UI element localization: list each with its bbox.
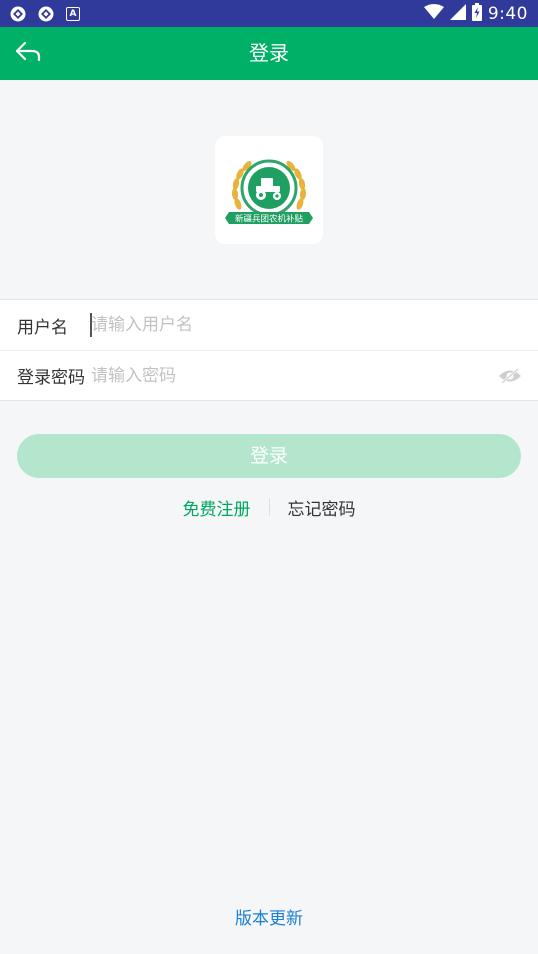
app-logo: 新疆兵团农机补贴 [215, 136, 323, 244]
username-label: 用户名 [17, 317, 68, 338]
app-bar: 登录 [0, 27, 538, 80]
page-title: 登录 [249, 41, 289, 65]
eye-hidden-icon [499, 367, 521, 384]
status-time: 9:40 [487, 3, 528, 24]
sync-icon [10, 6, 26, 22]
sync-icon [38, 6, 54, 22]
status-left-icons: A [10, 6, 80, 22]
logo-text: 新疆兵团农机补贴 [235, 214, 304, 225]
password-input[interactable] [91, 360, 497, 391]
link-divider [268, 498, 270, 516]
login-form: 用户名 登录密码 [0, 299, 538, 401]
password-row: 登录密码 [0, 350, 538, 400]
register-link[interactable]: 免费注册 [183, 495, 251, 520]
username-row: 用户名 [0, 300, 538, 350]
forgot-password-link[interactable]: 忘记密码 [288, 495, 356, 520]
status-bar: A 9:40 [0, 0, 538, 27]
version-update-link[interactable]: 版本更新 [0, 904, 538, 929]
status-right-icons: 9:40 [423, 2, 528, 25]
battery-charging-icon [471, 2, 482, 25]
signal-icon [449, 3, 466, 24]
wifi-icon [423, 3, 444, 24]
text-cursor [90, 313, 92, 337]
password-visibility-toggle[interactable] [497, 366, 523, 386]
auth-links: 免费注册 忘记密码 [0, 494, 538, 520]
password-label: 登录密码 [17, 368, 85, 388]
login-button[interactable]: 登录 [17, 434, 521, 478]
a-notification-icon: A [66, 6, 80, 21]
tractor-logo-icon: 新疆兵团农机补贴 [225, 159, 313, 225]
username-input[interactable] [91, 310, 538, 340]
